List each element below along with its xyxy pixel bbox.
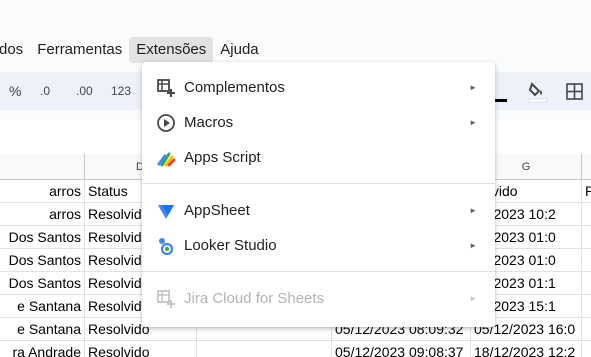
- table-cell-h[interactable]: [582, 203, 591, 226]
- menu-item-label: Complementos: [184, 79, 285, 96]
- borders-icon[interactable]: [566, 83, 583, 100]
- table-cell-h[interactable]: [582, 226, 591, 249]
- column-header-h[interactable]: [582, 154, 591, 180]
- menu-divider: [142, 183, 495, 184]
- table-cell-h[interactable]: [582, 341, 591, 357]
- table-cell-e[interactable]: [197, 341, 332, 357]
- menu-item-appsheet[interactable]: AppSheet ►: [142, 193, 495, 228]
- appsheet-icon: [156, 201, 176, 221]
- submenu-arrow-icon: ►: [469, 294, 477, 303]
- menu-divider: [142, 271, 495, 272]
- table-cell-c[interactable]: e Santana: [0, 318, 85, 341]
- menu-item-label: Apps Script: [184, 149, 261, 166]
- table-cell-c[interactable]: arros: [0, 203, 85, 226]
- table-cell-c[interactable]: Dos Santos: [0, 226, 85, 249]
- table-cell-c[interactable]: ra Andrade: [0, 341, 85, 357]
- menu-ajuda[interactable]: Ajuda: [213, 37, 265, 63]
- submenu-arrow-icon: ►: [469, 241, 477, 250]
- decrease-decimals-button[interactable]: .0: [40, 72, 50, 110]
- play-circle-icon: [156, 113, 176, 133]
- menu-item-label: Jira Cloud for Sheets: [184, 290, 325, 307]
- menu-dados[interactable]: dos: [0, 37, 30, 63]
- menu-item-label: Macros: [184, 114, 234, 131]
- submenu-arrow-icon: ►: [469, 83, 477, 92]
- table-cell-f[interactable]: 05/12/2023 09:08:37: [332, 341, 471, 357]
- menu-item-label: AppSheet: [184, 202, 250, 219]
- table-cell-h[interactable]: [582, 272, 591, 295]
- menu-item-looker-studio[interactable]: Looker Studio ►: [142, 228, 495, 263]
- fill-color-icon[interactable]: [527, 80, 549, 104]
- column-header-c[interactable]: [0, 154, 85, 180]
- menu-item-macros[interactable]: Macros ►: [142, 105, 495, 140]
- looker-studio-icon: [156, 236, 176, 256]
- extensions-dropdown: Complementos ► Macros ► Apps Script AppS…: [142, 62, 495, 327]
- table-cell-h[interactable]: [582, 318, 591, 341]
- menu-bar: dos Ferramentas Extensões Ajuda: [0, 36, 591, 64]
- menu-ferramentas[interactable]: Ferramentas: [30, 37, 129, 63]
- table-cell-c[interactable]: Dos Santos: [0, 249, 85, 272]
- format-percent-button[interactable]: %: [9, 72, 21, 110]
- table-cell-h[interactable]: P: [582, 180, 591, 203]
- menu-item-complementos[interactable]: Complementos ►: [142, 70, 495, 105]
- table-cell-c[interactable]: arros: [0, 180, 85, 203]
- table-cell-h[interactable]: [582, 249, 591, 272]
- menu-item-label: Looker Studio: [184, 237, 277, 254]
- table-cell-c[interactable]: Dos Santos: [0, 272, 85, 295]
- table-cell-c[interactable]: e Santana: [0, 295, 85, 318]
- submenu-arrow-icon: ►: [469, 206, 477, 215]
- menu-extensoes[interactable]: Extensões: [129, 37, 214, 63]
- increase-decimals-button[interactable]: .00: [76, 72, 93, 110]
- table-cell-d[interactable]: Resolvido: [85, 341, 197, 357]
- submenu-arrow-icon: ►: [469, 118, 477, 127]
- text-color-icon[interactable]: [495, 82, 507, 102]
- number-format-button[interactable]: 123: [111, 72, 131, 110]
- jira-addon-icon: [156, 289, 176, 309]
- table-cell-h[interactable]: [582, 295, 591, 318]
- menu-item-jira-cloud[interactable]: Jira Cloud for Sheets ►: [142, 281, 495, 316]
- menu-item-apps-script[interactable]: Apps Script: [142, 140, 495, 175]
- addons-icon: [156, 78, 176, 98]
- apps-script-icon: [156, 148, 176, 168]
- table-cell-g[interactable]: 18/12/2023 12:2: [471, 341, 582, 357]
